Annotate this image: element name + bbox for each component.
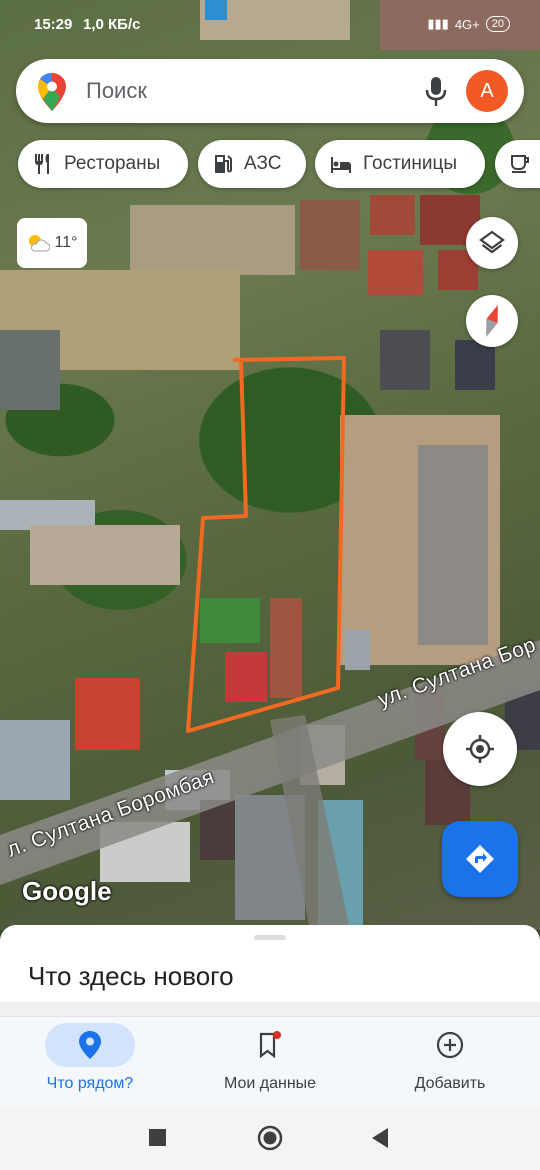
signal-icon: ▮▮▮ [427, 16, 449, 31]
layers-icon [479, 230, 505, 254]
battery-indicator: 20 [485, 16, 510, 32]
compass-button[interactable] [466, 295, 518, 347]
search-bar[interactable]: Поиск А [16, 59, 524, 123]
recents-icon[interactable] [149, 1129, 166, 1146]
google-attribution: Google [22, 876, 112, 906]
status-network: 4G+ [454, 16, 480, 32]
nav-contribute[interactable]: Добавить [360, 1017, 540, 1107]
nav-label: Что рядом? [46, 1075, 134, 1092]
nav-saved-indicator [225, 1023, 315, 1067]
bottom-navigation: Что рядом? Мои данные Добавить [0, 1016, 540, 1107]
nav-saved[interactable]: Мои данные [180, 1017, 360, 1107]
directions-icon [466, 845, 494, 873]
search-input[interactable]: Поиск [86, 78, 147, 104]
status-speed: 1,0 КБ/с [83, 16, 141, 33]
directions-button[interactable] [442, 821, 518, 897]
chip-cafes[interactable] [495, 140, 540, 188]
property-outline [186, 356, 346, 733]
add-circle-icon [436, 1031, 464, 1059]
my-location-button[interactable] [443, 712, 517, 786]
restaurant-icon [35, 154, 49, 174]
microphone-icon[interactable] [425, 77, 447, 107]
saved-bookmark-icon [259, 1031, 281, 1059]
chip-label: Гостиницы [363, 153, 458, 174]
compass-icon [486, 305, 498, 337]
chip-label: Рестораны [64, 153, 161, 174]
nav-explore-indicator [45, 1023, 135, 1067]
nav-contribute-indicator [405, 1023, 495, 1067]
divider [0, 1002, 540, 1016]
sheet-drag-handle[interactable] [254, 935, 286, 940]
chip-gas-stations[interactable]: АЗС [198, 140, 306, 188]
chip-label: АЗС [244, 153, 282, 174]
partly-cloudy-icon [29, 235, 51, 252]
account-avatar[interactable]: А [466, 70, 508, 112]
explore-pin-icon [79, 1031, 101, 1059]
chip-hotels[interactable]: Гостиницы [315, 140, 485, 188]
hotel-icon [331, 157, 351, 173]
status-icons: ▮▮▮ 4G+ 20 [427, 16, 510, 32]
weather-widget[interactable]: 11° [17, 218, 87, 268]
weather-temp: 11° [54, 234, 78, 251]
system-navigation-bar [0, 1106, 540, 1170]
nav-explore[interactable]: Что рядом? [0, 1017, 180, 1107]
coffee-icon [511, 155, 529, 173]
home-icon[interactable] [257, 1125, 283, 1151]
nav-label: Мои данные [223, 1075, 317, 1092]
nav-label: Добавить [414, 1075, 486, 1092]
back-icon[interactable] [372, 1128, 388, 1148]
crosshair-icon [466, 735, 494, 763]
sheet-title: Что здесь нового [28, 961, 234, 991]
layers-button[interactable] [466, 217, 518, 269]
status-bar: 15:29 1,0 КБ/с ▮▮▮ 4G+ 20 [0, 0, 540, 48]
gas-station-icon [215, 155, 232, 173]
chip-restaurants[interactable]: Рестораны [18, 140, 188, 188]
status-time: 15:29 [34, 16, 73, 33]
google-maps-logo-icon [38, 73, 66, 111]
